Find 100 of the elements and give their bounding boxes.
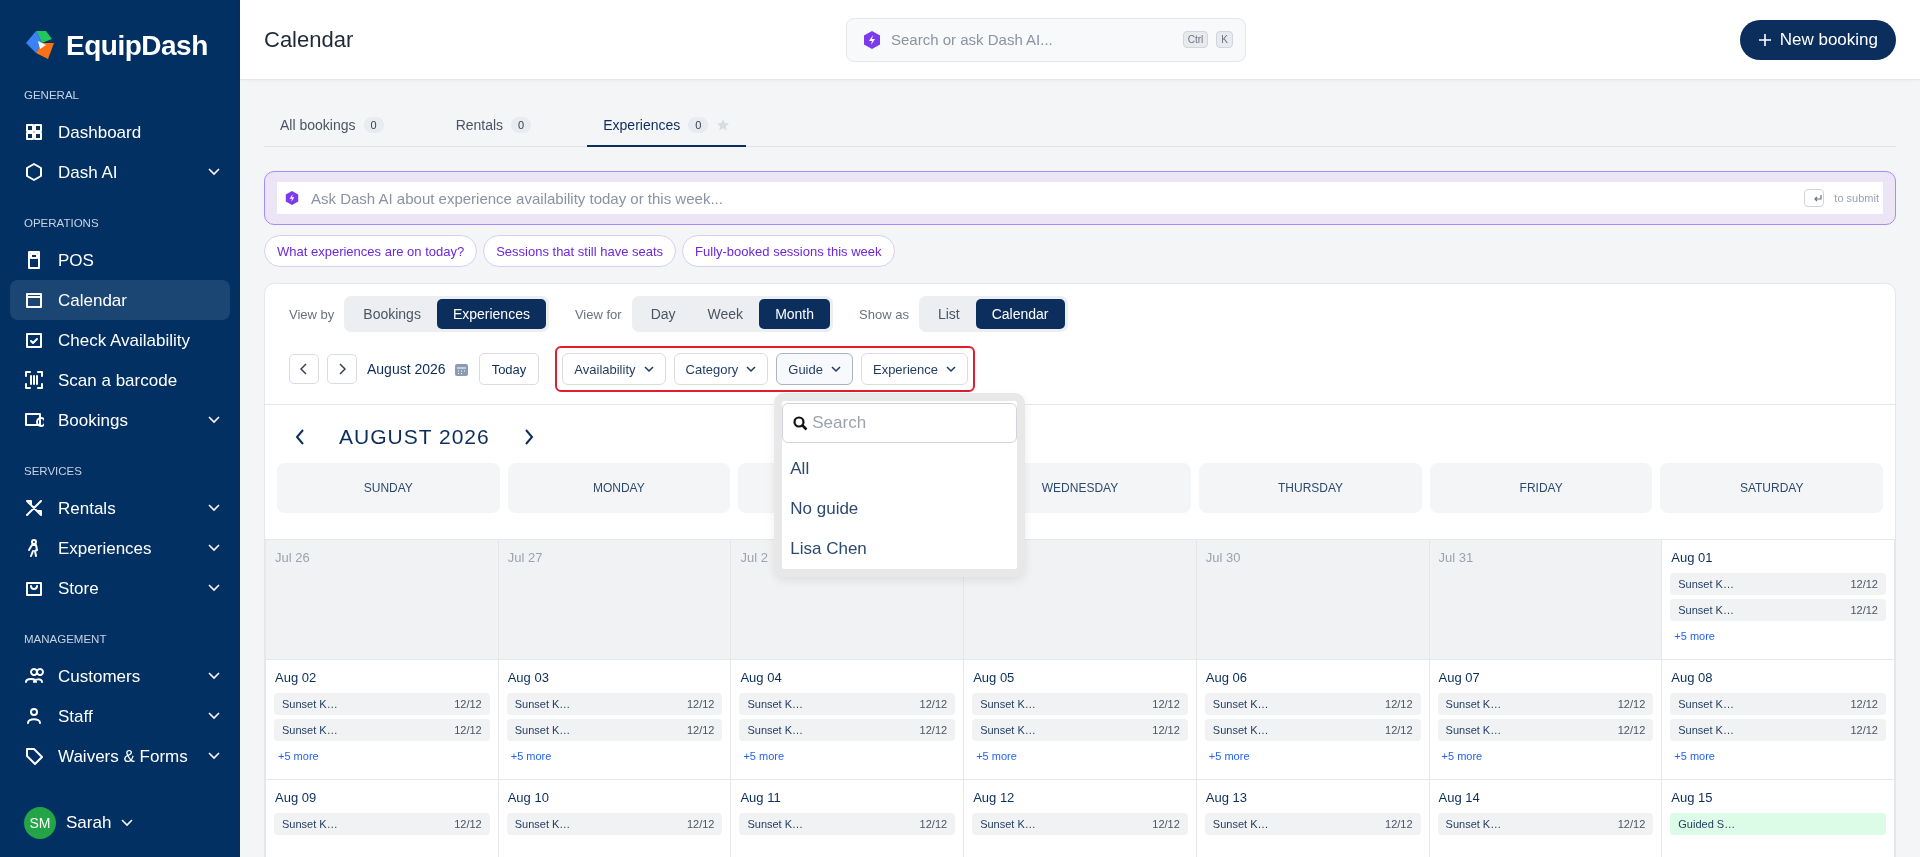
sidebar-item[interactable]: Waivers & Forms <box>10 736 230 776</box>
user-menu[interactable]: SM Sarah <box>24 807 216 839</box>
chevron-down-icon <box>208 544 220 552</box>
more-link[interactable]: +5 more <box>1441 750 1654 762</box>
day-cell[interactable]: Aug 07 Sunset K… 12/12 Sunset K… 12/12 +5 more <box>1429 660 1663 780</box>
segment-option[interactable]: Calendar <box>975 299 1065 329</box>
event-chip[interactable]: Sunset K… 12/12 <box>274 719 490 741</box>
day-cell[interactable]: Aug 01 Sunset K… 12/12 Sunset K… 12/12 +5 more <box>1662 540 1895 660</box>
more-link[interactable]: +5 more <box>1674 630 1886 642</box>
day-cell[interactable]: Aug 03 Sunset K… 12/12 Sunset K… 12/12 +5 more <box>498 660 732 780</box>
more-link[interactable]: +5 more <box>510 750 723 762</box>
day-cell[interactable]: Aug 14 Sunset K… 12/12 <box>1429 780 1663 857</box>
segment-option[interactable]: Day <box>634 299 692 329</box>
chevron-right-icon[interactable] <box>523 429 534 445</box>
more-link[interactable]: +5 more <box>743 750 956 762</box>
search-field[interactable]: Search or ask Dash AI... <box>889 30 1175 49</box>
tab[interactable]: All bookings 0 <box>264 104 400 147</box>
day-cell[interactable]: Aug 04 Sunset K… 12/12 Sunset K… 12/12 +5 more <box>731 660 965 780</box>
next-button[interactable] <box>327 354 357 384</box>
filter-dropdown[interactable]: Guide <box>776 353 853 385</box>
ai-prompt-field[interactable]: Ask Dash AI about experience availability today or this week... <box>309 182 1795 214</box>
event-chip[interactable]: Sunset K… 12/12 <box>1670 719 1886 741</box>
event-chip[interactable]: Sunset K… 12/12 <box>1437 813 1654 835</box>
event-chip[interactable]: Sunset K… 12/12 <box>1670 693 1886 715</box>
sidebar-item[interactable]: Rentals <box>10 488 230 528</box>
day-cell[interactable]: Aug 12 Sunset K… 12/12 <box>964 780 1197 857</box>
event-chip[interactable]: Sunset K… 12/12 <box>1204 693 1421 715</box>
tab[interactable]: Rentals 0 <box>439 104 548 147</box>
day-cell[interactable]: Aug 13 Sunset K… 12/12 <box>1196 780 1430 857</box>
search-box[interactable]: Search or ask Dash AI... Ctrl K <box>846 17 1246 62</box>
day-cell[interactable]: Aug 15 Guided S… <box>1662 780 1895 857</box>
sidebar-item[interactable]: Dash AI <box>10 152 230 192</box>
event-chip[interactable]: Sunset K… 12/12 <box>506 813 723 835</box>
shortcut-key: Ctrl <box>1182 31 1209 48</box>
day-cell[interactable]: Aug 11 Sunset K… 12/12 <box>731 780 965 857</box>
event-chip[interactable]: Sunset K… 12/12 <box>739 719 956 741</box>
filter-dropdown[interactable]: Experience <box>860 353 968 385</box>
sidebar-item[interactable]: Store <box>10 568 230 608</box>
event-chip[interactable]: Sunset K… 12/12 <box>739 813 956 835</box>
suggestion-chip[interactable]: Fully-booked sessions this week <box>682 235 895 267</box>
previous-button[interactable] <box>289 354 319 384</box>
sidebar-item[interactable]: Calendar <box>10 280 230 320</box>
more-link[interactable]: +5 more <box>976 750 1188 762</box>
event-chip[interactable]: Sunset K… 12/12 <box>274 693 490 715</box>
event-chip[interactable]: Sunset K… 12/12 <box>1670 599 1886 621</box>
event-chip[interactable]: Sunset K… 12/12 <box>1204 813 1421 835</box>
sidebar-item[interactable]: Customers <box>10 656 230 696</box>
segment-option[interactable]: Month <box>759 299 831 329</box>
event-chip[interactable]: Sunset K… 12/12 <box>1670 573 1886 595</box>
suggestion-chip[interactable]: What experiences are on today? <box>264 235 478 267</box>
day-cell[interactable]: Aug 10 Sunset K… 12/12 <box>498 780 732 857</box>
date-label: Aug 12 <box>973 790 1016 805</box>
date-label: Aug 05 <box>973 670 1016 685</box>
event-chip[interactable]: Sunset K… 12/12 <box>1437 693 1654 715</box>
sidebar-item[interactable]: Scan a barcode <box>10 360 230 400</box>
day-cell[interactable] <box>964 540 1197 660</box>
event-chip[interactable]: Sunset K… 12/12 <box>972 813 1188 835</box>
event-chip[interactable]: Sunset K… 12/12 <box>972 719 1188 741</box>
today-button[interactable]: Today <box>478 353 540 385</box>
chevron-left-icon[interactable] <box>295 429 305 445</box>
seat-count: 12/12 <box>919 698 948 710</box>
segment-option[interactable]: Experiences <box>436 299 546 329</box>
event-chip[interactable]: Guided S… <box>1670 813 1886 835</box>
event-chip[interactable]: Sunset K… 12/12 <box>1437 719 1654 741</box>
segment-option[interactable]: Bookings <box>347 299 437 329</box>
search-field[interactable]: Search <box>810 412 1007 434</box>
segment-option[interactable]: Week <box>691 299 760 329</box>
more-link[interactable]: +5 more <box>1208 750 1421 762</box>
event-chip[interactable]: Sunset K… 12/12 <box>274 813 490 835</box>
event-chip[interactable]: Sunset K… 12/12 <box>1204 719 1421 741</box>
day-cell[interactable]: Aug 09 Sunset K… 12/12 <box>266 780 499 857</box>
segment-option[interactable]: List <box>921 299 976 329</box>
filter-dropdown[interactable]: Availability <box>562 353 666 385</box>
sidebar-item[interactable]: Staff <box>10 696 230 736</box>
filter-dropdown[interactable]: Category <box>673 353 769 385</box>
event-chip[interactable]: Sunset K… 12/12 <box>506 693 723 715</box>
sidebar-item[interactable]: Dashboard <box>10 112 230 152</box>
day-cell[interactable]: Aug 06 Sunset K… 12/12 Sunset K… 12/12 +5 more <box>1196 660 1430 780</box>
new-booking-button[interactable]: New booking <box>1739 19 1896 60</box>
sidebar-item[interactable]: Check Availability <box>10 320 230 360</box>
day-cell[interactable]: Aug 05 Sunset K… 12/12 Sunset K… 12/12 +5 more <box>964 660 1197 780</box>
tab[interactable]: Experiences 0 <box>587 104 747 147</box>
event-chip[interactable]: Sunset K… 12/12 <box>506 719 723 741</box>
search-box[interactable]: Search <box>782 403 1018 443</box>
sidebar-item[interactable]: Bookings <box>10 400 230 440</box>
more-link[interactable]: +5 more <box>278 750 490 762</box>
section-label: SERVICES <box>24 464 83 479</box>
day-cell[interactable]: Aug 02 Sunset K… 12/12 Sunset K… 12/12 +5 more <box>266 660 499 780</box>
suggestion-chip[interactable]: Sessions that still have seats <box>483 235 677 267</box>
more-link[interactable]: +5 more <box>1674 750 1886 762</box>
star-icon[interactable] <box>716 117 731 132</box>
control-label: View by <box>289 306 335 322</box>
chevron-down-icon <box>208 168 220 176</box>
count-badge: 0 <box>363 116 384 133</box>
event-chip[interactable]: Sunset K… 12/12 <box>972 693 1188 715</box>
sidebar-item[interactable]: POS <box>10 240 230 280</box>
event-chip[interactable]: Sunset K… 12/12 <box>739 693 956 715</box>
day-cell[interactable]: Aug 08 Sunset K… 12/12 Sunset K… 12/12 +5 more <box>1662 660 1895 780</box>
sidebar-item[interactable]: Experiences <box>10 528 230 568</box>
shortcut-key: K <box>1216 31 1233 48</box>
